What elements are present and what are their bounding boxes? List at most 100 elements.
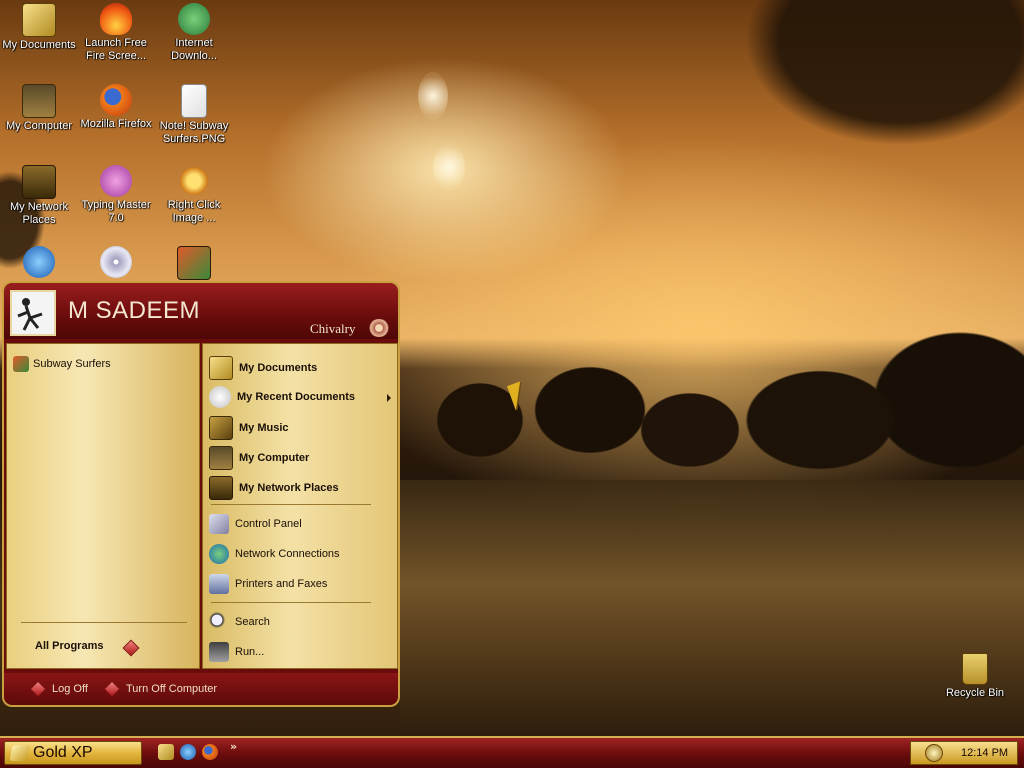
menu-item-label: My Music: [239, 422, 289, 434]
log-off-label: Log Off: [52, 683, 88, 695]
network-connections-icon: [209, 544, 229, 564]
folder-icon: [22, 3, 56, 37]
system-tray: 12:14 PM: [910, 741, 1018, 765]
internet-explorer-icon: [23, 246, 55, 278]
desktop-icon-label: Recycle Bin: [945, 687, 1005, 699]
quick-launch-folder-icon[interactable]: [158, 744, 174, 760]
network-icon: [22, 165, 56, 199]
menu-item-label: Search: [235, 616, 270, 628]
desktop-icon-typing-master[interactable]: Typing Master 7.0: [77, 165, 155, 225]
printer-icon: [209, 574, 229, 594]
divider: [211, 504, 371, 505]
divider: [211, 602, 371, 603]
menu-item-label: Run...: [235, 646, 265, 658]
start-menu-right-pane: My Documents My Recent Documents My Musi…: [202, 343, 398, 669]
desktop-icon-recycle-bin[interactable]: Recycle Bin: [936, 653, 1014, 700]
png-file-icon: [181, 84, 207, 118]
start-menu-left-pane: Subway Surfers All Programs: [6, 343, 200, 669]
firefox-icon: [100, 84, 132, 116]
divider: [21, 622, 187, 623]
windows-flag-icon: [9, 745, 31, 761]
wallpaper-sun-glare: [433, 143, 465, 191]
desktop-icon-label: Right Click Image ...: [167, 199, 221, 224]
menu-item-my-music[interactable]: My Music: [209, 416, 289, 440]
search-icon: [209, 612, 229, 632]
menu-item-my-network-places[interactable]: My Network Places: [209, 476, 339, 500]
quick-launch-overflow-button[interactable]: »: [230, 740, 237, 753]
desktop-icon-dvd[interactable]: [77, 246, 155, 280]
start-menu: M SADEEM Chivalry Subway Surfers All Pro…: [2, 281, 400, 707]
start-menu-footer: Log Off Turn Off Computer: [2, 673, 400, 707]
subway-surfers-icon: [13, 356, 29, 372]
tray-app-icon[interactable]: [925, 744, 943, 762]
menu-item-my-documents[interactable]: My Documents: [209, 356, 317, 380]
desktop-icon-label: My Computer: [5, 120, 73, 132]
wallpaper-sun-glare: [418, 72, 448, 120]
folder-icon: [209, 356, 233, 380]
log-off-button[interactable]: Log Off: [29, 680, 88, 698]
recycle-bin-icon: [962, 653, 988, 685]
recent-documents-icon: [209, 386, 231, 408]
diamond-arrow-icon: [122, 639, 140, 657]
fire-icon: [100, 3, 132, 35]
quick-launch-firefox-icon[interactable]: [202, 744, 218, 760]
desktop-icon-label: Note! Subway Surfers.PNG: [159, 120, 229, 145]
turn-off-icon: [103, 680, 121, 698]
desktop-icon-internet-explorer[interactable]: [0, 246, 78, 280]
menu-item-search[interactable]: Search: [209, 612, 270, 632]
desktop-icon-label: My Documents: [2, 39, 76, 51]
menu-item-my-computer[interactable]: My Computer: [209, 446, 309, 470]
menu-item-printers-and-faxes[interactable]: Printers and Faxes: [209, 574, 327, 594]
control-panel-icon: [209, 514, 229, 534]
menu-item-label: Network Connections: [235, 548, 340, 560]
music-folder-icon: [209, 416, 233, 440]
menu-item-control-panel[interactable]: Control Panel: [209, 514, 302, 534]
desktop-icon-mozilla-firefox[interactable]: Mozilla Firefox: [77, 84, 155, 131]
gear-icon: [178, 165, 210, 197]
subway-surfers-icon: [177, 246, 211, 280]
clock[interactable]: 12:14 PM: [961, 747, 1008, 759]
desktop-icon-label: My Network Places: [9, 201, 69, 226]
menu-item-label: My Network Places: [239, 482, 339, 494]
theme-name: Chivalry: [310, 321, 356, 336]
dvd-icon: [100, 246, 132, 278]
menu-item-label: My Computer: [239, 452, 310, 464]
wallpaper-lake: [400, 480, 1024, 740]
menu-item-label: Control Panel: [235, 518, 302, 530]
desktop-icon-label: Mozilla Firefox: [80, 118, 152, 130]
desktop-icon-right-click-image[interactable]: Right Click Image ...: [155, 165, 233, 225]
computer-icon: [209, 446, 233, 470]
flower-emblem-icon: [368, 319, 390, 337]
start-button-label: Gold XP: [33, 744, 93, 761]
desktop-icon-label: Internet Downlo...: [171, 37, 217, 62]
network-icon: [209, 476, 233, 500]
turn-off-computer-button[interactable]: Turn Off Computer: [103, 680, 218, 698]
desktop-icon-subway-surfers[interactable]: [155, 246, 233, 282]
desktop-icon-label: Typing Master 7.0: [81, 199, 151, 224]
wallpaper-foliage: [600, 0, 1024, 260]
menu-item-run[interactable]: Run...: [209, 642, 264, 662]
quick-launch-internet-explorer-icon[interactable]: [180, 744, 196, 760]
desktop-icon-my-documents[interactable]: My Documents: [0, 3, 78, 52]
menu-item-my-recent-documents[interactable]: My Recent Documents: [209, 386, 355, 408]
pinned-item-label: Subway Surfers: [33, 358, 111, 370]
log-off-icon: [29, 680, 47, 698]
download-manager-icon: [178, 3, 210, 35]
submenu-arrow-icon: [387, 394, 391, 402]
menu-item-network-connections[interactable]: Network Connections: [209, 544, 340, 564]
avatar[interactable]: [10, 290, 56, 336]
computer-icon: [22, 84, 56, 118]
start-button[interactable]: Gold XP: [4, 741, 142, 765]
desktop-icon-subway-surfers-png[interactable]: Note! Subway Surfers.PNG: [155, 84, 233, 146]
desktop-icon-free-fire[interactable]: Launch Free Fire Scree...: [77, 3, 155, 63]
turn-off-label: Turn Off Computer: [126, 683, 218, 695]
desktop-icon-label: Launch Free Fire Scree...: [85, 37, 147, 62]
all-programs-button[interactable]: All Programs: [35, 640, 103, 652]
desktop-icon-my-network-places[interactable]: My Network Places: [0, 165, 78, 227]
start-menu-header: M SADEEM Chivalry: [2, 281, 400, 339]
typing-master-icon: [100, 165, 132, 197]
menu-item-label: Printers and Faxes: [235, 578, 328, 590]
desktop-icon-my-computer[interactable]: My Computer: [0, 84, 78, 133]
pinned-item-subway-surfers[interactable]: Subway Surfers: [13, 356, 111, 372]
desktop-icon-internet-download-manager[interactable]: Internet Downlo...: [155, 3, 233, 63]
